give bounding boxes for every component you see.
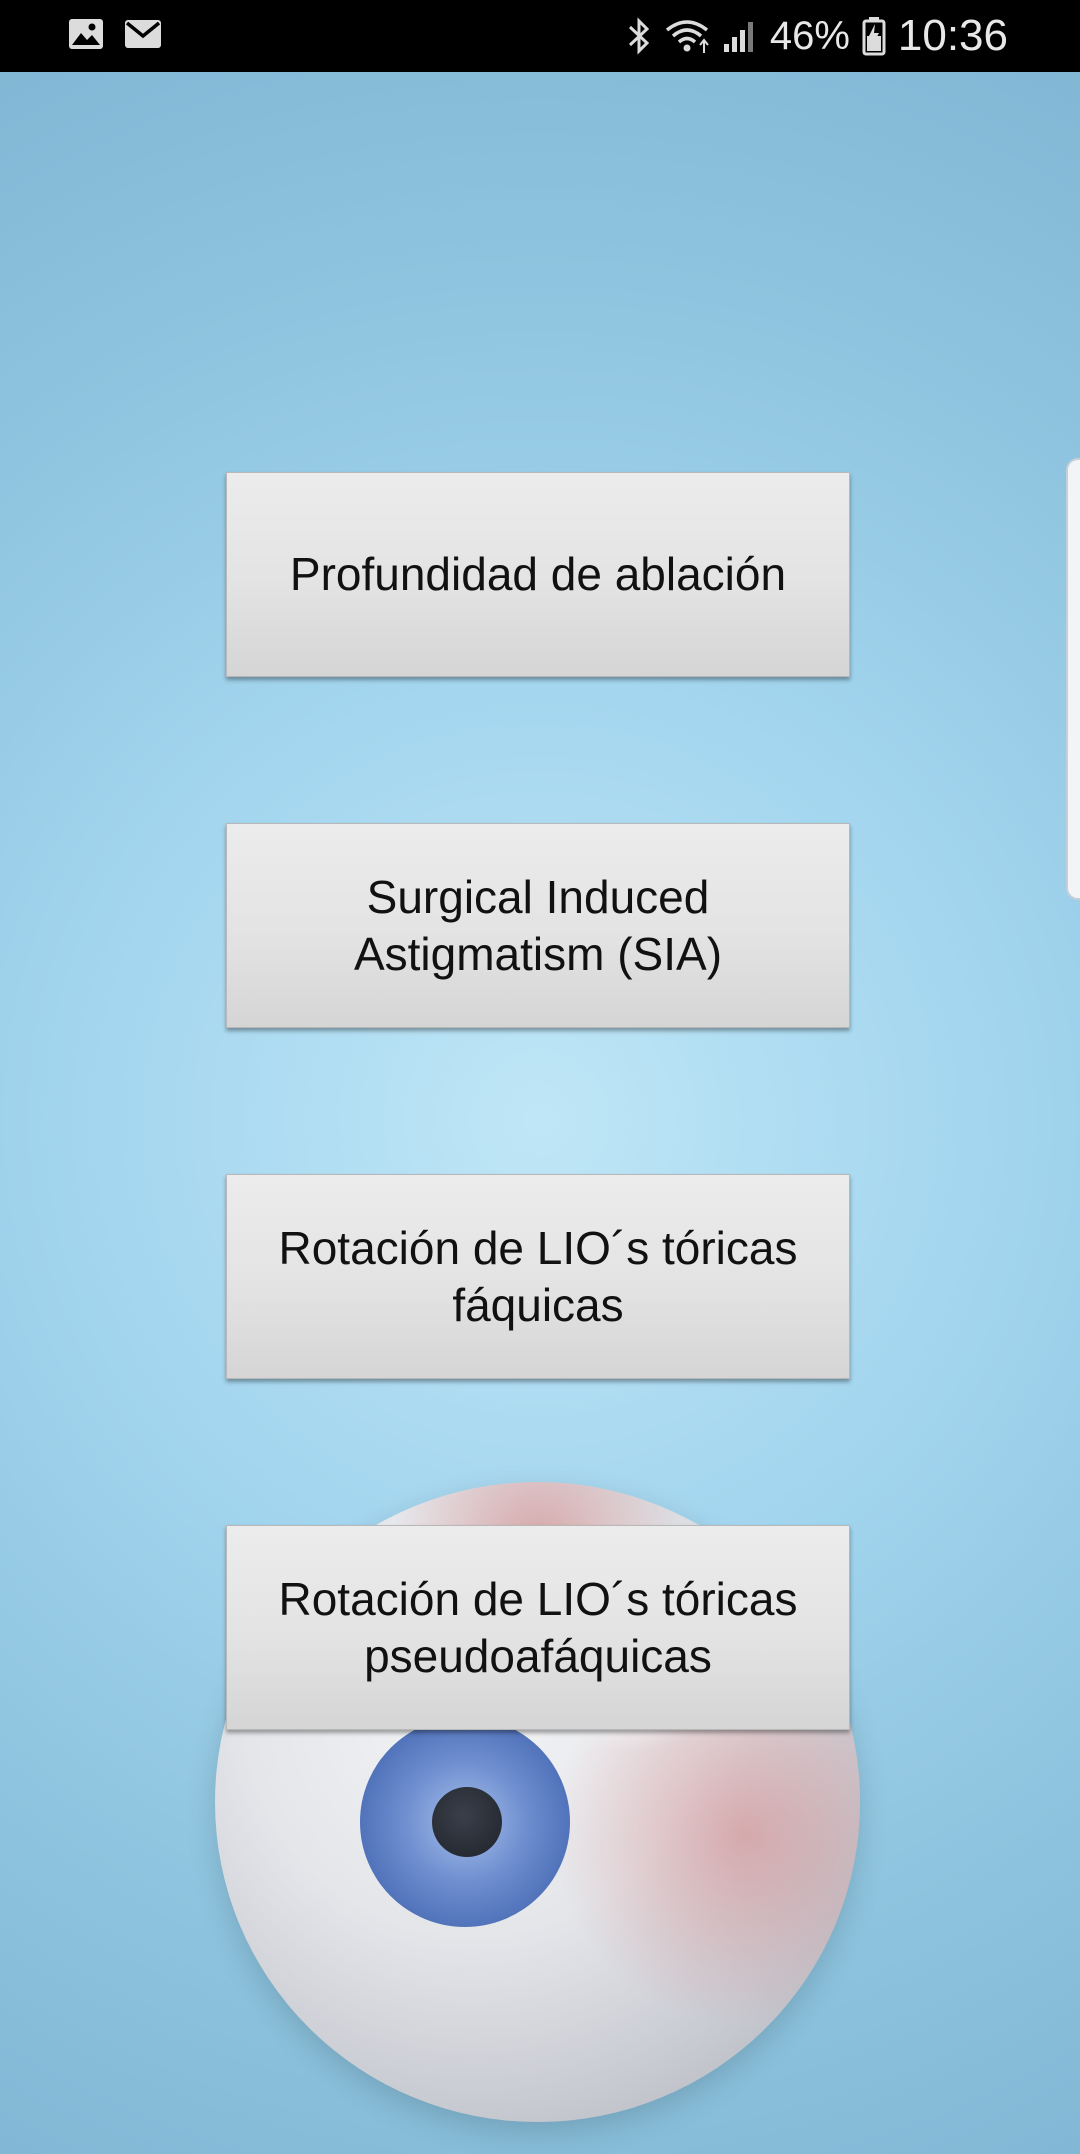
clock: 10:36 xyxy=(897,11,1008,60)
iris xyxy=(360,1717,570,1927)
battery-icon xyxy=(862,16,886,56)
bluetooth-icon xyxy=(626,16,652,56)
status-bar-system: 46% 10:36 xyxy=(626,10,1008,62)
phakic-toric-iol-rotation-button[interactable]: Rotación de LIO´s tóricas fáquicas xyxy=(226,1174,850,1379)
mail-icon xyxy=(124,19,162,49)
edge-panel-handle[interactable] xyxy=(1066,458,1080,900)
image-icon xyxy=(68,18,104,50)
sia-label: Surgical Induced Astigmatism (SIA) xyxy=(353,870,723,980)
pseudophakic-toric-iol-rotation-label: Rotación de LIO´s tóricas pseudoafáquica… xyxy=(278,1572,798,1682)
wifi-icon xyxy=(664,17,710,55)
battery-percent: 46% xyxy=(769,14,850,58)
phakic-toric-iol-rotation-label: Rotación de LIO´s tóricas fáquicas xyxy=(278,1221,798,1331)
ablation-depth-label: Profundidad de ablación xyxy=(289,548,787,600)
sia-button[interactable]: Surgical Induced Astigmatism (SIA) xyxy=(226,823,850,1028)
pseudophakic-toric-iol-rotation-button[interactable]: Rotación de LIO´s tóricas pseudoafáquica… xyxy=(226,1525,850,1730)
ablation-depth-button[interactable]: Profundidad de ablación xyxy=(226,472,850,677)
pupil xyxy=(432,1787,502,1857)
signal-icon xyxy=(722,18,758,54)
status-bar: 46% 10:36 xyxy=(0,0,1080,72)
status-bar-notifications xyxy=(68,18,162,50)
